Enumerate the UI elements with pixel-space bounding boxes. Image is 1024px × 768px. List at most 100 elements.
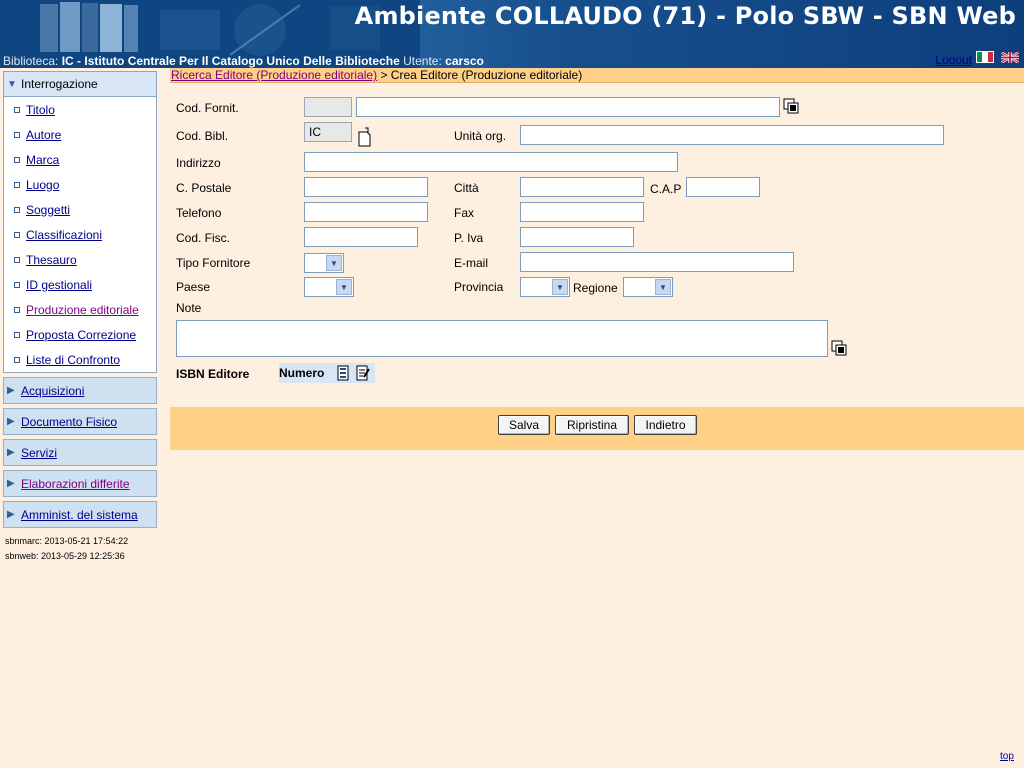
app-title: Ambiente COLLAUDO (71) - Polo SBW - SBN … (354, 2, 1016, 30)
menu-servizi-link[interactable]: Servizi (21, 446, 57, 460)
cod-bibl-label: Cod. Bibl. (176, 129, 229, 143)
paese-label: Paese (176, 280, 211, 294)
note-label: Note (176, 301, 202, 315)
italian-flag-icon[interactable] (976, 51, 994, 63)
document-icon[interactable] (356, 126, 374, 148)
menu-interrogazione-label: Interrogazione (21, 77, 98, 91)
cod-fornit-prefix-field (304, 97, 352, 117)
submenu-interrogazione: Titolo Autore Marca Luogo Soggetti Class… (3, 97, 157, 373)
breadcrumb: Ricerca Editore (Produzione editoriale) … (170, 68, 1024, 83)
fax-label: Fax (454, 206, 475, 220)
citta-input[interactable] (520, 177, 644, 197)
numero-column-header: Numero (279, 366, 325, 380)
note-textarea[interactable] (176, 320, 828, 357)
sidebar-link-marca[interactable]: Marca (26, 153, 59, 167)
lookup-icon[interactable] (782, 97, 800, 115)
breadcrumb-link-ricerca-editore[interactable]: Ricerca Editore (Produzione editoriale) (171, 68, 377, 82)
p-iva-label: P. Iva (454, 231, 484, 245)
tipo-fornitore-label: Tipo Fornitore (176, 256, 251, 270)
menu-documento-fisico-link[interactable]: Documento Fisico (21, 415, 117, 429)
indirizzo-input[interactable] (304, 152, 678, 172)
english-flag-icon[interactable] (1001, 52, 1019, 63)
telefono-input[interactable] (304, 202, 428, 222)
sidebar-item: Marca (4, 147, 156, 172)
email-input[interactable] (520, 252, 794, 272)
sidebar-link-id-gestionali[interactable]: ID gestionali (26, 278, 92, 292)
version-info: sbnmarc: 2013-05-21 17:54:22 sbnweb: 201… (3, 534, 157, 564)
sidebar-item: Thesauro (4, 247, 156, 272)
provincia-label: Provincia (454, 280, 504, 294)
bullet-icon (14, 231, 20, 238)
collapsed-arrow-icon: ▶ (7, 385, 15, 396)
menu-elaborazioni-differite[interactable]: ▶ Elaborazioni differite (3, 470, 157, 497)
bullet-icon (14, 331, 20, 338)
collapsed-arrow-icon: ▶ (7, 509, 15, 520)
menu-acquisizioni-link[interactable]: Acquisizioni (21, 384, 84, 398)
sidebar-link-autore[interactable]: Autore (26, 128, 61, 142)
bullet-icon (14, 306, 20, 313)
bullet-icon (14, 206, 20, 213)
sidebar-item: Proposta Correzione (4, 322, 156, 347)
salva-button[interactable]: Salva (498, 415, 550, 435)
menu-elaborazioni-differite-link[interactable]: Elaborazioni differite (21, 477, 130, 491)
bullet-icon (14, 131, 20, 138)
sidebar-item: Titolo (4, 97, 156, 122)
unita-org-input[interactable] (520, 125, 944, 145)
isbn-editore-label: ISBN Editore (176, 367, 250, 381)
indietro-button[interactable]: Indietro (634, 415, 697, 435)
cod-fornit-input[interactable] (356, 97, 780, 117)
sidebar-link-luogo[interactable]: Luogo (26, 178, 59, 192)
collapsed-arrow-icon: ▶ (7, 478, 15, 489)
telefono-label: Telefono (176, 206, 222, 220)
sidebar-link-classificazioni[interactable]: Classificazioni (26, 228, 102, 242)
sidebar-link-soggetti[interactable]: Soggetti (26, 203, 70, 217)
sidebar-link-liste-di-confronto[interactable]: Liste di Confronto (26, 353, 120, 367)
cap-label: C.A.P (650, 182, 682, 196)
citta-label: Città (454, 181, 479, 195)
regione-label: Regione (573, 281, 618, 295)
cod-fisc-label: Cod. Fisc. (176, 231, 231, 245)
sbnmarc-version: sbnmarc: 2013-05-21 17:54:22 (5, 536, 129, 546)
tipo-fornitore-select[interactable]: ▼ (304, 253, 344, 273)
menu-documento-fisico[interactable]: ▶ Documento Fisico (3, 408, 157, 435)
unita-org-label: Unità org. (454, 129, 507, 143)
fax-input[interactable] (520, 202, 644, 222)
expanded-arrow-icon: ▼ (7, 78, 17, 90)
chevron-down-icon: ▼ (326, 255, 342, 271)
menu-servizi[interactable]: ▶ Servizi (3, 439, 157, 466)
page-header: Ambiente COLLAUDO (71) - Polo SBW - SBN … (0, 0, 1024, 68)
menu-amministrazione[interactable]: ▶ Amminist. del sistema (3, 501, 157, 528)
back-to-top-link[interactable]: top (1000, 751, 1014, 762)
indirizzo-label: Indirizzo (176, 156, 221, 170)
sidebar-link-produzione-editoriale[interactable]: Produzione editoriale (26, 303, 139, 317)
menu-acquisizioni[interactable]: ▶ Acquisizioni (3, 377, 157, 404)
collapsed-arrow-icon: ▶ (7, 416, 15, 427)
p-iva-input[interactable] (520, 227, 634, 247)
sidebar-item: Autore (4, 122, 156, 147)
lookup-icon[interactable] (830, 339, 848, 357)
sidebar-link-proposta-correzione[interactable]: Proposta Correzione (26, 328, 136, 342)
regione-select[interactable]: ▼ (623, 277, 673, 297)
sidebar-item: Soggetti (4, 197, 156, 222)
add-row-icon[interactable] (336, 365, 350, 381)
sidebar-link-titolo[interactable]: Titolo (26, 103, 55, 117)
provincia-select[interactable]: ▼ (520, 277, 570, 297)
paese-select[interactable]: ▼ (304, 277, 354, 297)
menu-amministrazione-link[interactable]: Amminist. del sistema (21, 508, 138, 522)
sidebar-item: Produzione editoriale (4, 297, 156, 322)
ripristina-button[interactable]: Ripristina (555, 415, 629, 435)
c-postale-input[interactable] (304, 177, 428, 197)
edit-row-icon[interactable] (356, 365, 371, 381)
cap-input[interactable] (686, 177, 760, 197)
bullet-icon (14, 356, 20, 363)
cod-fisc-input[interactable] (304, 227, 418, 247)
bullet-icon (14, 181, 20, 188)
menu-interrogazione[interactable]: ▼ Interrogazione (3, 71, 157, 97)
cod-bibl-field: IC (304, 122, 352, 142)
isbn-table-header: Numero (279, 363, 375, 383)
logout-link[interactable]: Logout (935, 53, 972, 67)
sidebar-link-thesauro[interactable]: Thesauro (26, 253, 77, 267)
sidebar-item: Classificazioni (4, 222, 156, 247)
sidebar: ▼ Interrogazione Titolo Autore Marca Luo… (3, 71, 157, 564)
sidebar-item: Liste di Confronto (4, 347, 156, 372)
